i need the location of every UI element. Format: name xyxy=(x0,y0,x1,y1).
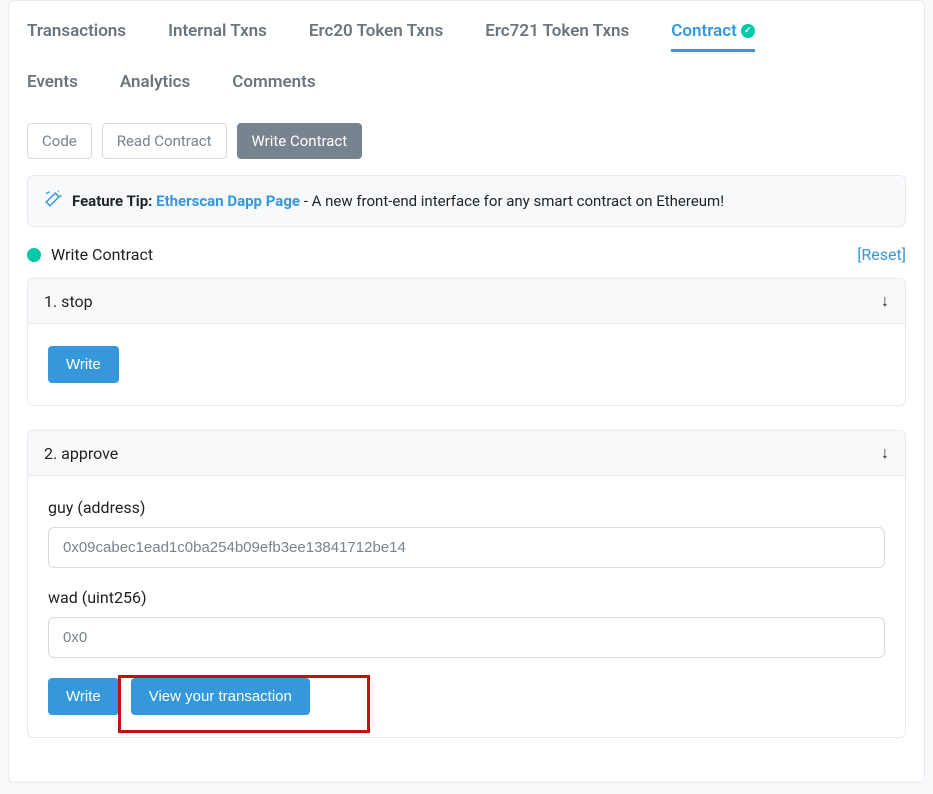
tab-analytics[interactable]: Analytics xyxy=(120,64,190,103)
function-stop: 1. stop ↓ Write xyxy=(27,278,906,406)
reset-link[interactable]: [Reset] xyxy=(857,245,906,264)
function-approve-header[interactable]: 2. approve ↓ xyxy=(28,431,905,476)
view-transaction-button[interactable]: View your transaction xyxy=(131,678,310,715)
tab-events[interactable]: Events xyxy=(27,64,78,103)
main-tabs: Transactions Internal Txns Erc20 Token T… xyxy=(9,1,924,103)
function-approve: 2. approve ↓ guy (address) wad (uint256)… xyxy=(27,430,906,738)
function-approve-title: 2. approve xyxy=(44,444,118,463)
guy-input[interactable] xyxy=(48,527,885,568)
tab-transactions[interactable]: Transactions xyxy=(27,13,126,52)
arrow-down-icon: ↓ xyxy=(881,291,889,311)
contract-subtabs: Code Read Contract Write Contract xyxy=(9,103,924,175)
function-stop-header[interactable]: 1. stop ↓ xyxy=(28,279,905,324)
magic-wand-icon xyxy=(44,190,62,212)
tip-rest: - A new front-end interface for any smar… xyxy=(300,192,724,210)
subtab-write-contract[interactable]: Write Contract xyxy=(237,123,363,159)
subtab-code[interactable]: Code xyxy=(27,123,92,159)
connected-status-icon xyxy=(27,248,41,262)
subtab-read-contract[interactable]: Read Contract xyxy=(102,123,227,159)
tab-internal-txns[interactable]: Internal Txns xyxy=(168,13,267,52)
wad-label: wad (uint256) xyxy=(48,588,885,607)
function-stop-title: 1. stop xyxy=(44,292,93,311)
tip-link[interactable]: Etherscan Dapp Page xyxy=(156,192,300,210)
guy-label: guy (address) xyxy=(48,498,885,517)
wad-input[interactable] xyxy=(48,617,885,658)
tab-erc721-token-txns[interactable]: Erc721 Token Txns xyxy=(485,13,629,52)
arrow-down-icon: ↓ xyxy=(881,443,889,463)
tip-text: Feature Tip: Etherscan Dapp Page - A new… xyxy=(72,192,724,210)
write-contract-header: Write Contract [Reset] xyxy=(27,227,906,278)
tab-contract-label: Contract xyxy=(671,21,736,41)
verified-badge-icon: ✓ xyxy=(741,24,755,38)
tab-erc20-token-txns[interactable]: Erc20 Token Txns xyxy=(309,13,443,52)
tab-comments[interactable]: Comments xyxy=(232,64,315,103)
tip-lead: Feature Tip: xyxy=(72,192,156,210)
write-contract-title: Write Contract xyxy=(51,245,153,264)
tab-contract[interactable]: Contract ✓ xyxy=(671,13,754,52)
stop-write-button[interactable]: Write xyxy=(48,346,119,383)
approve-write-button[interactable]: Write xyxy=(48,678,119,715)
feature-tip-banner: Feature Tip: Etherscan Dapp Page - A new… xyxy=(27,175,906,227)
